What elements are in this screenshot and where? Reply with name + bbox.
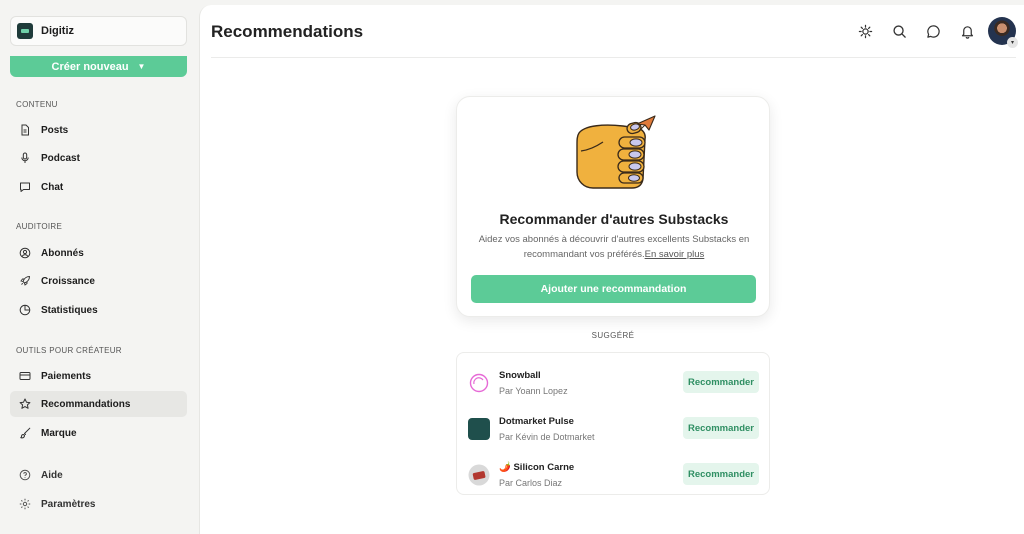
sidebar-item-label: Posts bbox=[41, 124, 69, 136]
recommend-button[interactable]: Recommander bbox=[683, 371, 759, 393]
notifications-button[interactable] bbox=[958, 22, 976, 40]
sidebar-item-label: Abonnés bbox=[41, 247, 84, 259]
hand-paper-plane-illustration bbox=[576, 115, 656, 189]
paint-brush-icon bbox=[20, 427, 31, 439]
sidebar-item-posts[interactable]: Posts bbox=[10, 117, 187, 143]
sidebar-item-chat[interactable]: Chat bbox=[10, 174, 187, 200]
sidebar-item-settings[interactable]: Paramètres bbox=[10, 491, 187, 517]
card-title: Recommander d'autres Substacks bbox=[499, 211, 729, 227]
sidebar: Digitiz Créer nouveau ▼ CONTENU Posts Po… bbox=[0, 0, 198, 534]
card-description-text: Aidez vos abonnés à découvrir d'autres e… bbox=[478, 234, 750, 260]
publication-name: Snowball bbox=[499, 370, 541, 381]
publication-name: Digitiz bbox=[41, 25, 74, 37]
sidebar-item-label: Aide bbox=[41, 469, 63, 481]
publication-name: Dotmarket Pulse bbox=[499, 416, 574, 427]
user-circle-icon bbox=[19, 247, 31, 259]
silicon-carne-logo bbox=[468, 464, 490, 486]
sidebar-item-brand[interactable]: Marque bbox=[10, 420, 187, 446]
gear-icon bbox=[19, 498, 31, 510]
publication-author: Par Kévin de Dotmarket bbox=[499, 432, 595, 442]
snowball-logo bbox=[469, 373, 489, 393]
sidebar-item-help[interactable]: Aide bbox=[10, 462, 187, 488]
sidebar-item-label: Podcast bbox=[41, 152, 80, 164]
recommend-button[interactable]: Recommander bbox=[683, 463, 759, 485]
credit-card-icon bbox=[19, 372, 31, 380]
sidebar-item-label: Paiements bbox=[41, 370, 92, 382]
suggested-item-snowball: Snowball Par Yoann Lopez Recommander bbox=[457, 363, 769, 403]
microphone-icon bbox=[21, 152, 29, 163]
publication-author: Par Yoann Lopez bbox=[499, 386, 568, 396]
rocket-icon bbox=[20, 276, 30, 286]
theme-toggle-button[interactable] bbox=[856, 22, 874, 40]
messages-button[interactable] bbox=[924, 22, 942, 40]
search-icon bbox=[892, 24, 906, 38]
section-label-content: CONTENU bbox=[16, 100, 58, 109]
sidebar-item-statistics[interactable]: Statistiques bbox=[10, 297, 187, 323]
bell-icon bbox=[961, 25, 973, 39]
suggested-heading: SUGGÉRÉ bbox=[591, 331, 635, 340]
chat-bubble-icon bbox=[20, 182, 30, 192]
dotmarket-logo bbox=[468, 418, 490, 440]
publication-author: Par Carlos Diaz bbox=[499, 478, 563, 488]
sidebar-item-podcast[interactable]: Podcast bbox=[10, 145, 187, 171]
sun-icon bbox=[858, 24, 872, 38]
sidebar-item-label: Marque bbox=[41, 427, 77, 439]
main-panel: Recommendations ▾ Recommander d'autres S… bbox=[199, 5, 1024, 534]
sidebar-item-label: Paramètres bbox=[41, 498, 96, 510]
chat-icon bbox=[926, 24, 940, 38]
add-recommendation-button[interactable]: Ajouter une recommandation bbox=[471, 275, 756, 303]
search-button[interactable] bbox=[890, 22, 908, 40]
avatar-caret-icon[interactable]: ▾ bbox=[1007, 37, 1018, 48]
recommend-button[interactable]: Recommander bbox=[683, 417, 759, 439]
sidebar-item-recommendations[interactable]: Recommandations bbox=[10, 391, 187, 417]
sidebar-item-label: Recommandations bbox=[41, 398, 131, 410]
publication-switcher[interactable]: Digitiz bbox=[10, 16, 187, 46]
document-icon bbox=[21, 124, 29, 136]
sidebar-item-growth[interactable]: Croissance bbox=[10, 268, 187, 294]
sidebar-item-subscribers[interactable]: Abonnés bbox=[10, 240, 187, 266]
page-title: Recommendations bbox=[211, 22, 364, 41]
suggested-list: Snowball Par Yoann Lopez Recommander Dot… bbox=[456, 352, 770, 495]
suggested-item-silicon-carne: 🌶️ Silicon Carne Par Carlos Diaz Recomma… bbox=[457, 455, 769, 495]
card-description: Aidez vos abonnés à découvrir d'autres e… bbox=[471, 232, 757, 262]
caret-down-icon: ▼ bbox=[137, 62, 146, 71]
create-new-button[interactable]: Créer nouveau ▼ bbox=[10, 56, 187, 77]
learn-more-link[interactable]: En savoir plus bbox=[645, 249, 705, 260]
sidebar-item-label: Chat bbox=[41, 181, 64, 193]
sidebar-item-label: Statistiques bbox=[41, 304, 98, 316]
star-icon bbox=[19, 398, 31, 409]
sidebar-item-payments[interactable]: Paiements bbox=[10, 363, 187, 389]
help-circle-icon bbox=[19, 469, 31, 481]
recommend-card: Recommander d'autres Substacks Aidez vos… bbox=[456, 96, 770, 317]
header-divider bbox=[211, 57, 1016, 58]
suggested-item-dotmarket: Dotmarket Pulse Par Kévin de Dotmarket R… bbox=[457, 409, 769, 449]
publication-name: 🌶️ Silicon Carne bbox=[499, 462, 575, 473]
publication-logo bbox=[17, 23, 33, 39]
pie-chart-icon bbox=[19, 304, 31, 316]
sidebar-item-label: Croissance bbox=[41, 275, 95, 287]
section-label-audience: AUDITOIRE bbox=[16, 222, 63, 231]
create-new-label: Créer nouveau bbox=[51, 60, 129, 73]
section-label-tools: OUTILS POUR CRÉATEUR bbox=[16, 346, 122, 355]
